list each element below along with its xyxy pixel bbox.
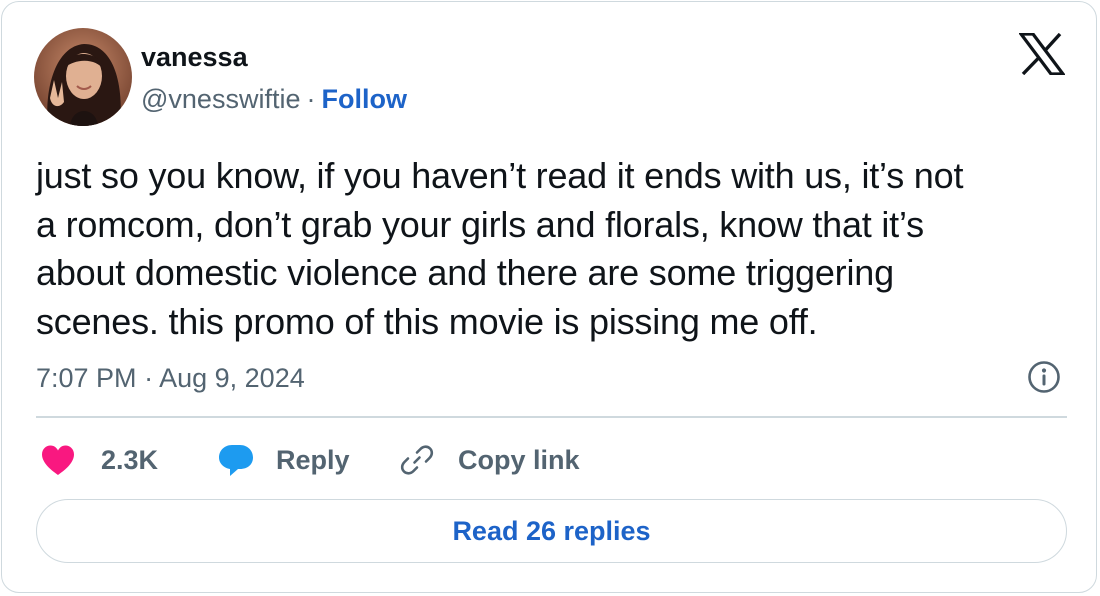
info-icon[interactable] [1027,360,1061,394]
author-avatar[interactable] [34,28,132,126]
handle-separator: · [306,84,316,114]
reply-label: Reply [276,444,350,475]
like-count: 2.3K [101,444,159,475]
author-display-name[interactable]: vanessa [141,40,248,74]
reply-button[interactable]: Reply [218,440,350,480]
heart-icon [42,445,74,475]
author-handle-row: @vnesswiftie · Follow [141,82,407,116]
tweet-text-line: about domestic violence and there are so… [36,252,894,293]
copy-link-button[interactable]: Copy link [400,440,580,480]
tweet-date[interactable]: Aug 9, 2024 [159,363,305,393]
tweet-timestamp-link[interactable]: 7:07 PM · Aug 9, 2024 [36,360,305,396]
tweet-time[interactable]: 7:07 PM [36,363,137,393]
x-logo-icon[interactable] [1017,32,1067,76]
tweet-text: just so you know, if you haven’t read it… [36,152,1076,346]
tweet-card: vanessa @vnesswiftie · Follow just so you … [1,1,1097,593]
tweet-text-line: just so you know, if you haven’t read it… [36,155,964,196]
speech-bubble-icon [219,445,253,476]
divider [36,416,1067,418]
read-replies-button[interactable]: Read 26 replies [36,499,1067,563]
copy-link-label: Copy link [458,444,580,475]
tweet-text-line: scenes. this promo of this movie is piss… [36,300,818,342]
like-button[interactable]: 2.3K [40,440,158,480]
avatar-photo-icon [34,28,132,126]
follow-button[interactable]: Follow [321,84,406,114]
author-handle[interactable]: @vnesswiftie [141,84,300,114]
date-separator: · [144,363,154,393]
link-icon [400,445,434,475]
tweet-text-line: a romcom, don’t grab your girls and flor… [36,203,924,245]
